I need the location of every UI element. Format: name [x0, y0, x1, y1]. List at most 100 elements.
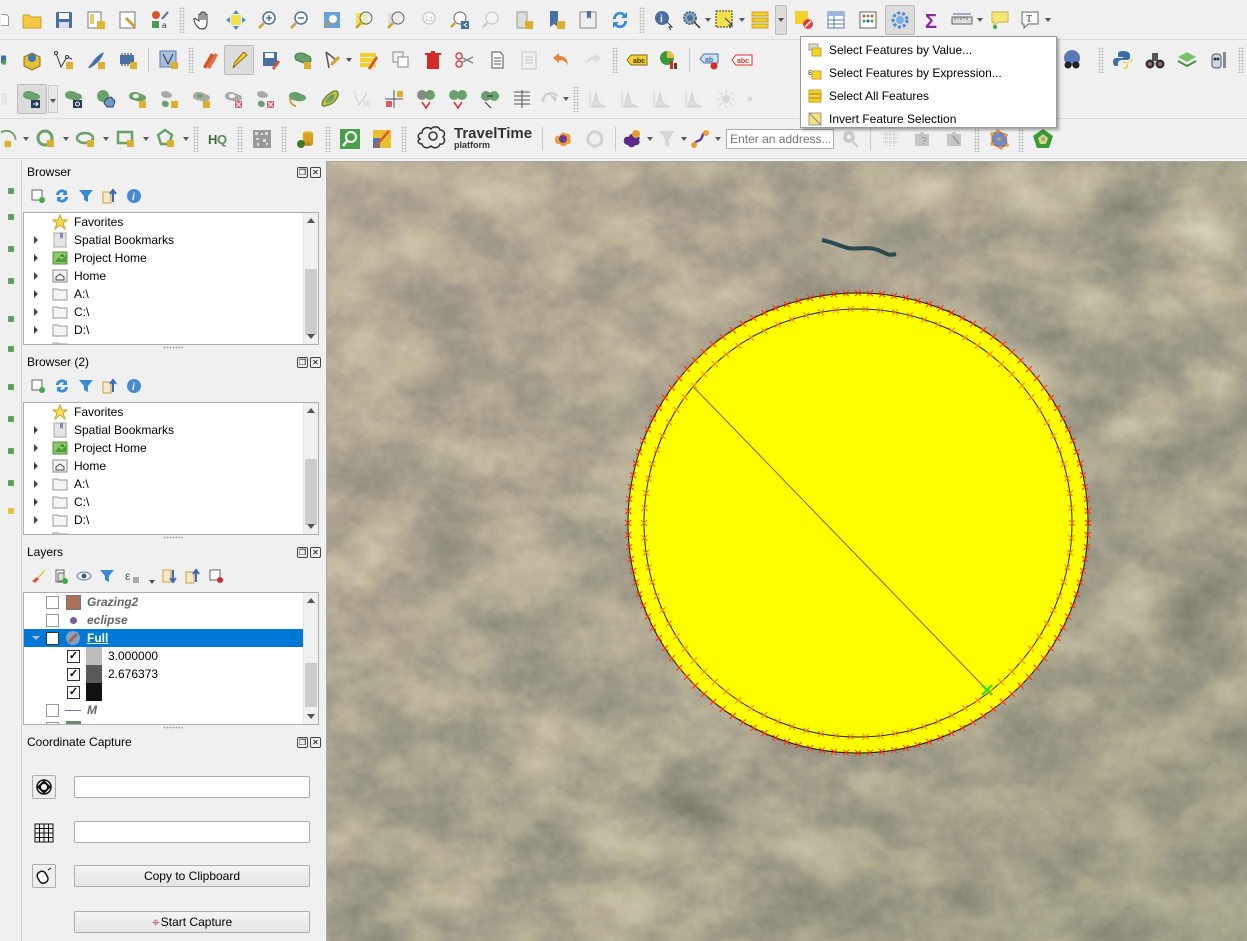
- layer-labeling-button[interactable]: abc: [622, 45, 652, 75]
- select-all-button[interactable]: [747, 5, 773, 35]
- new-project-button[interactable]: [1, 5, 15, 35]
- refresh-button[interactable]: [605, 5, 635, 35]
- hillshade-button[interactable]: [711, 84, 741, 114]
- filter-browser-button[interactable]: [77, 187, 95, 205]
- fill-ring-button[interactable]: [187, 84, 217, 114]
- raster-tool-1-button[interactable]: [583, 84, 613, 114]
- browser-item[interactable]: Spatial Bookmarks: [24, 421, 318, 439]
- strip-tool-icon[interactable]: [0, 340, 14, 352]
- browser-item[interactable]: Home: [24, 457, 318, 475]
- coordinate-field-2[interactable]: [74, 821, 310, 843]
- coordinate-field-1[interactable]: [74, 776, 310, 798]
- add-ellipse-button[interactable]: [71, 124, 101, 154]
- browser-item[interactable]: Favorites: [24, 213, 318, 231]
- zoom-to-selection-button[interactable]: [349, 5, 379, 35]
- expand-all-button[interactable]: [161, 567, 179, 585]
- circle-feature[interactable]: [624, 289, 1092, 757]
- traveltime-filter-button[interactable]: [655, 124, 679, 154]
- expand-arrow-icon[interactable]: [30, 249, 44, 267]
- collapse-all-layers-button[interactable]: [184, 567, 202, 585]
- locator-search-button[interactable]: [335, 124, 365, 154]
- strip-tool-icon[interactable]: [0, 240, 14, 252]
- move-feature-button[interactable]: [17, 83, 47, 114]
- pan-map-button[interactable]: [189, 5, 219, 35]
- layer-row[interactable]: M: [24, 701, 318, 719]
- split-parts-button[interactable]: [443, 84, 473, 114]
- open-attribute-table-button[interactable]: [821, 5, 851, 35]
- identify-features-button[interactable]: i: [649, 5, 679, 35]
- digitizing-tools-dropdown[interactable]: [345, 45, 353, 75]
- modify-attributes-button[interactable]: [354, 45, 384, 75]
- legend-item-checkbox[interactable]: ✓: [67, 685, 80, 699]
- menu-item-invert-selection[interactable]: Invert Feature Selection: [801, 107, 1056, 130]
- collapse-arrow-icon[interactable]: [30, 629, 44, 647]
- raster-tool-4-button[interactable]: [679, 84, 709, 114]
- zoom-full-button[interactable]: [317, 5, 347, 35]
- close-panel-icon[interactable]: ✕: [310, 736, 321, 748]
- track-mouse-button[interactable]: [32, 864, 56, 888]
- refresh-browser-button[interactable]: [53, 377, 71, 395]
- save-edits-button[interactable]: [256, 45, 286, 75]
- zoom-native-button[interactable]: 1:1: [413, 5, 443, 35]
- digitizing-tools-button[interactable]: [320, 45, 344, 75]
- field-calculator-button[interactable]: [853, 5, 883, 35]
- select-features-button[interactable]: [713, 5, 737, 35]
- show-bookmarks-button[interactable]: [573, 5, 603, 35]
- legend-item-checkbox[interactable]: ✓: [67, 649, 80, 663]
- strip-tool-icon[interactable]: [0, 272, 14, 284]
- show-hide-labels-button[interactable]: abc: [727, 45, 757, 75]
- crs-selector-button[interactable]: [32, 775, 56, 799]
- merge-attributes-button[interactable]: [507, 84, 537, 114]
- filter-dropdown[interactable]: [680, 124, 688, 154]
- layer-row-partial[interactable]: [24, 719, 318, 724]
- expand-arrow-icon[interactable]: [30, 493, 44, 511]
- text-annotation-button[interactable]: T: [1017, 5, 1043, 35]
- map-swipe-button[interactable]: [367, 124, 397, 154]
- layout-manager-button[interactable]: [113, 5, 143, 35]
- map-tips-button[interactable]: [985, 5, 1015, 35]
- browser-item[interactable]: Project Home: [24, 249, 318, 267]
- regular-polygon-dropdown[interactable]: [182, 124, 190, 154]
- routes-dropdown[interactable]: [714, 124, 722, 154]
- menu-item-select-by-expression[interactable]: ε Select Features by Expression...: [801, 61, 1056, 84]
- browser-item-partial[interactable]: [24, 339, 318, 344]
- expand-arrow-icon[interactable]: [30, 457, 44, 475]
- browser-item[interactable]: D:\: [24, 511, 318, 529]
- legend-item[interactable]: ✓ 3.000000: [24, 647, 318, 665]
- strip-tool-icon[interactable]: [0, 378, 14, 390]
- traveltime-routes-button[interactable]: [689, 124, 713, 154]
- move-feature-dropdown[interactable]: [48, 84, 58, 113]
- float-panel-icon[interactable]: ❐: [297, 166, 308, 178]
- open-project-button[interactable]: [17, 5, 47, 35]
- rotate-feature-button[interactable]: [59, 84, 89, 114]
- style-manager-button[interactable]: a: [145, 5, 175, 35]
- new-bookmark-button[interactable]: [541, 5, 571, 35]
- diagram-options-button[interactable]: [654, 45, 684, 75]
- isochrone-dropdown[interactable]: [646, 124, 654, 154]
- delete-part-button[interactable]: [251, 84, 281, 114]
- close-panel-icon[interactable]: ✕: [310, 356, 321, 368]
- map-canvas[interactable]: [326, 161, 1247, 941]
- measure-line-button[interactable]: [949, 5, 975, 35]
- hillshade-2-button[interactable]: [743, 84, 757, 114]
- processing-toolbox-button[interactable]: [885, 4, 915, 35]
- pin-labels-button[interactable]: ab: [695, 45, 725, 75]
- manage-visibility-button[interactable]: [75, 567, 93, 585]
- zoom-next-button[interactable]: [477, 5, 507, 35]
- properties-button[interactable]: i: [125, 377, 143, 395]
- qr-raster-button[interactable]: [247, 124, 277, 154]
- digitize-vertices-button[interactable]: [49, 45, 79, 75]
- collapse-all-button[interactable]: [101, 187, 119, 205]
- trim-extend-button[interactable]: [379, 84, 409, 114]
- pan-to-selection-button[interactable]: [221, 5, 251, 35]
- browser-item[interactable]: A:\: [24, 285, 318, 303]
- close-panel-icon[interactable]: ✕: [310, 166, 321, 178]
- copy-button[interactable]: [482, 45, 512, 75]
- strip-tool-icon[interactable]: [0, 410, 14, 422]
- quickmapservices-button[interactable]: [1057, 45, 1087, 75]
- save-project-button[interactable]: [49, 5, 79, 35]
- new-print-layout-button[interactable]: [81, 5, 111, 35]
- reverse-line-button[interactable]: [347, 84, 377, 114]
- traveltime-isochrone-button[interactable]: [621, 124, 645, 154]
- zoom-last-button[interactable]: [445, 5, 475, 35]
